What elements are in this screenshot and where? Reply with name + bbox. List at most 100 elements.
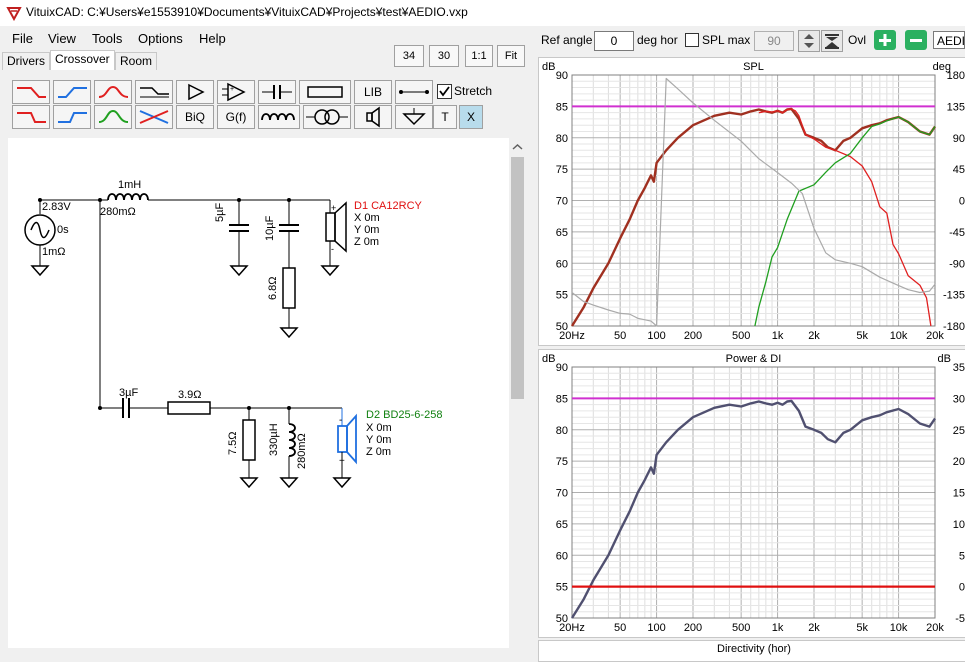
ref-angle-input[interactable]: 0 [594, 31, 634, 51]
spl-graph[interactable]: 90 85 80 75 70 65 60 55 50 180 135 90 45 0 -45 -90 -135-… [538, 57, 965, 346]
driver-d2[interactable]: - + [332, 408, 357, 489]
l2-value-label: 330µH [268, 423, 280, 456]
c3-value-label: 3µF [119, 387, 139, 399]
window-title: VituixCAD: C:¥Users¥e1553910¥Documents¥V… [26, 5, 468, 19]
allpass-icon [98, 85, 129, 98]
capacitor-c2[interactable] [279, 200, 299, 268]
transformer-tool[interactable] [303, 105, 351, 129]
notch-filter-tool[interactable] [135, 105, 173, 129]
bandpass-filter-tool[interactable] [94, 105, 132, 129]
collapse-icon [825, 34, 839, 49]
app-logo-icon [6, 7, 22, 21]
c1-value-label: 5µF [214, 202, 226, 222]
menu-view[interactable]: View [48, 31, 76, 46]
allpass-filter-tool[interactable] [94, 80, 132, 104]
scroll-up-icon[interactable] [509, 140, 526, 154]
delete-tool-button[interactable]: X [459, 105, 483, 129]
spl-xtick: 50 [614, 330, 626, 342]
c2-value-label: 10µF [264, 215, 276, 241]
add-overlay-button[interactable] [874, 30, 896, 50]
power-di-graph[interactable]: 90 85 80 75 70 65 60 55 50 35 30 25 20 15 10 5 0 -5 20Hz 50… [538, 349, 965, 638]
resistor-r2[interactable] [167, 401, 211, 415]
capacitor-tool[interactable] [258, 80, 296, 104]
svg-text:+: + [331, 203, 336, 213]
stretch-checkbox[interactable] [437, 84, 452, 99]
inductor-l2[interactable] [279, 408, 299, 489]
inductor-l1[interactable] [107, 193, 149, 201]
zoom-height-field[interactable]: 30 [429, 45, 459, 67]
title-bar: VituixCAD: C:¥Users¥e1553910¥Documents¥V… [0, 0, 965, 26]
shelf-filter-tool[interactable] [135, 80, 173, 104]
tab-crossover[interactable]: Crossover [50, 50, 115, 71]
menu-options[interactable]: Options [138, 31, 183, 46]
zoom-width-field[interactable]: 34 [394, 45, 424, 67]
spl-xtick: 20Hz [559, 330, 585, 342]
ref-angle-label: Ref angle [541, 33, 593, 47]
spl-ytick: 55 [556, 290, 568, 302]
tab-drivers[interactable]: Drivers [2, 52, 50, 70]
zoom-1to1-button[interactable]: 1:1 [465, 45, 493, 67]
highpass-filter-tool[interactable] [53, 80, 91, 104]
spl-stepper[interactable] [798, 30, 820, 52]
menu-file[interactable]: File [12, 31, 33, 46]
power-ytick: 60 [556, 550, 568, 562]
minus-icon [910, 39, 922, 42]
power-y2tick: 30 [953, 393, 965, 405]
lowpass-filter-tool[interactable] [12, 80, 50, 104]
lowpass-icon [17, 87, 46, 98]
wire-tool[interactable] [395, 80, 433, 104]
power-xtick: 20k [926, 622, 944, 634]
schematic-canvas[interactable]: + - - + 2.83V 0s 1mΩ 1mH 280mΩ 5µF 10µF … [8, 138, 510, 648]
resistor-tool[interactable] [299, 80, 351, 104]
lowpass-filter2-tool[interactable] [12, 105, 50, 129]
notch-icon [139, 110, 169, 124]
spl-max-checkbox[interactable] [685, 33, 699, 47]
menu-help[interactable]: Help [199, 31, 226, 46]
spl-ytick: 75 [556, 164, 568, 176]
menu-tools[interactable]: Tools [92, 31, 122, 46]
spl-y2tick: 135 [947, 101, 965, 113]
collapse-button[interactable] [821, 30, 843, 52]
scrollbar-thumb[interactable] [511, 157, 524, 399]
driver-d1[interactable]: + - [320, 200, 347, 277]
text-tool-button[interactable]: T [433, 105, 457, 129]
driver-tool[interactable] [354, 105, 392, 129]
resistor-r3[interactable] [239, 408, 259, 489]
spl-max-input[interactable]: 90 [754, 31, 794, 51]
spl-y2tick: 90 [953, 133, 965, 145]
spl-plot: 90858075706560555018013590450-45-90-135-… [542, 61, 965, 342]
tab-room[interactable]: Room [115, 52, 158, 70]
shelf-icon [140, 87, 169, 98]
library-button[interactable]: LIB [354, 80, 392, 104]
svg-text:-: - [331, 244, 334, 254]
directivity-graph[interactable]: Directivity (hor) [538, 640, 965, 662]
inductor-tool[interactable] [258, 105, 300, 129]
remove-overlay-button[interactable] [905, 30, 927, 50]
highpass-icon [58, 87, 87, 98]
biquad-button[interactable]: BiQ [176, 105, 214, 129]
menu-bar: File View Tools Options Help [0, 28, 388, 50]
resistor-r1[interactable] [279, 267, 299, 339]
highpass-2-icon [58, 112, 87, 123]
power-title: Power & DI [726, 353, 782, 365]
power-y2tick: -5 [955, 613, 965, 625]
highpass-filter2-tool[interactable] [53, 105, 91, 129]
zoom-fit-button[interactable]: Fit [497, 45, 525, 67]
power-y2tick: 25 [953, 425, 965, 437]
power-ytick: 80 [556, 425, 568, 437]
capacitor-c1[interactable] [229, 200, 249, 277]
spl-ytick: 65 [556, 227, 568, 239]
buffer-tool[interactable] [176, 80, 214, 104]
ground-tool[interactable] [395, 105, 433, 129]
spl-y2tick: 0 [959, 196, 965, 208]
opamp-tool[interactable]: + [217, 80, 255, 104]
power-xtick: 5k [856, 622, 868, 634]
r2-value-label: 3.9Ω [178, 389, 202, 401]
capacitor-c3[interactable] [122, 398, 130, 418]
overlay-select[interactable]: AEDIO [933, 31, 965, 49]
d2-x-label: X 0m [366, 422, 392, 434]
d1-x-label: X 0m [354, 212, 380, 224]
transfer-function-button[interactable]: G(f) [217, 105, 255, 129]
power-ytick: 85 [556, 393, 568, 405]
resistor-icon [307, 86, 343, 98]
